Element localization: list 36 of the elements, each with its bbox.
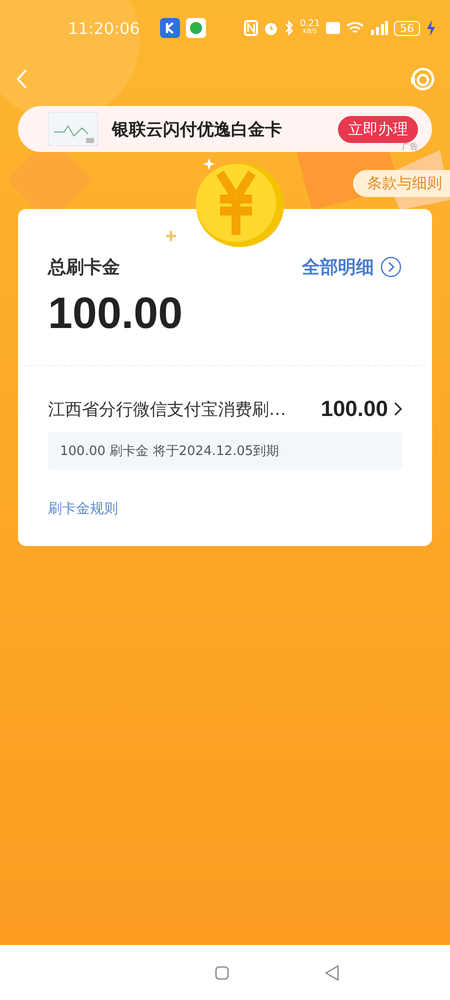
chat-notification-icon bbox=[186, 18, 206, 38]
signal-icon bbox=[370, 21, 388, 35]
app-notification-icon bbox=[160, 18, 180, 38]
transaction-amount: 100.00 bbox=[320, 396, 388, 422]
transaction-row[interactable]: 江西省分行微信支付宝消费刷… 100.00 bbox=[48, 396, 402, 422]
back-nav-button[interactable] bbox=[325, 964, 339, 980]
total-label: 总刷卡金 bbox=[48, 256, 120, 279]
transaction-title: 江西省分行微信支付宝消费刷… bbox=[48, 398, 287, 420]
card-thumbnail-icon bbox=[48, 112, 98, 146]
expiry-note: 100.00 刷卡金 将于2024.12.05到期 bbox=[48, 432, 402, 470]
back-icon bbox=[16, 68, 28, 90]
terms-button[interactable]: 条款与细则 bbox=[353, 170, 450, 197]
nfc-icon bbox=[244, 20, 258, 36]
square-icon bbox=[215, 966, 229, 980]
total-amount: 100.00 bbox=[48, 289, 184, 339]
wifi-icon bbox=[346, 21, 364, 35]
battery-level: 56 bbox=[394, 20, 420, 36]
headset-icon bbox=[410, 66, 436, 92]
network-speed: 0.21 bbox=[300, 20, 320, 28]
ad-title: 银联云闪付优逸白金卡 bbox=[112, 118, 283, 140]
customer-service-button[interactable] bbox=[410, 66, 436, 92]
ad-banner[interactable]: 银联云闪付优逸白金卡 立即办理 广告 bbox=[18, 106, 432, 152]
alarm-icon bbox=[264, 20, 278, 36]
ad-label: 广告 bbox=[402, 142, 418, 151]
bluetooth-icon bbox=[284, 20, 294, 36]
sparkle-icon bbox=[166, 231, 176, 241]
apply-button[interactable]: 立即办理 bbox=[338, 116, 418, 142]
rules-link[interactable]: 刷卡金规则 bbox=[48, 500, 118, 518]
chevron-circle-icon bbox=[380, 256, 402, 278]
chevron-right-icon bbox=[394, 402, 402, 416]
home-button[interactable] bbox=[215, 966, 229, 980]
all-details-link[interactable]: 全部明细 bbox=[302, 255, 402, 279]
back-triangle-icon bbox=[325, 964, 339, 980]
sparkle-icon bbox=[203, 158, 215, 170]
clock-time: 11:20:06 bbox=[68, 18, 140, 38]
charging-icon bbox=[426, 20, 436, 36]
